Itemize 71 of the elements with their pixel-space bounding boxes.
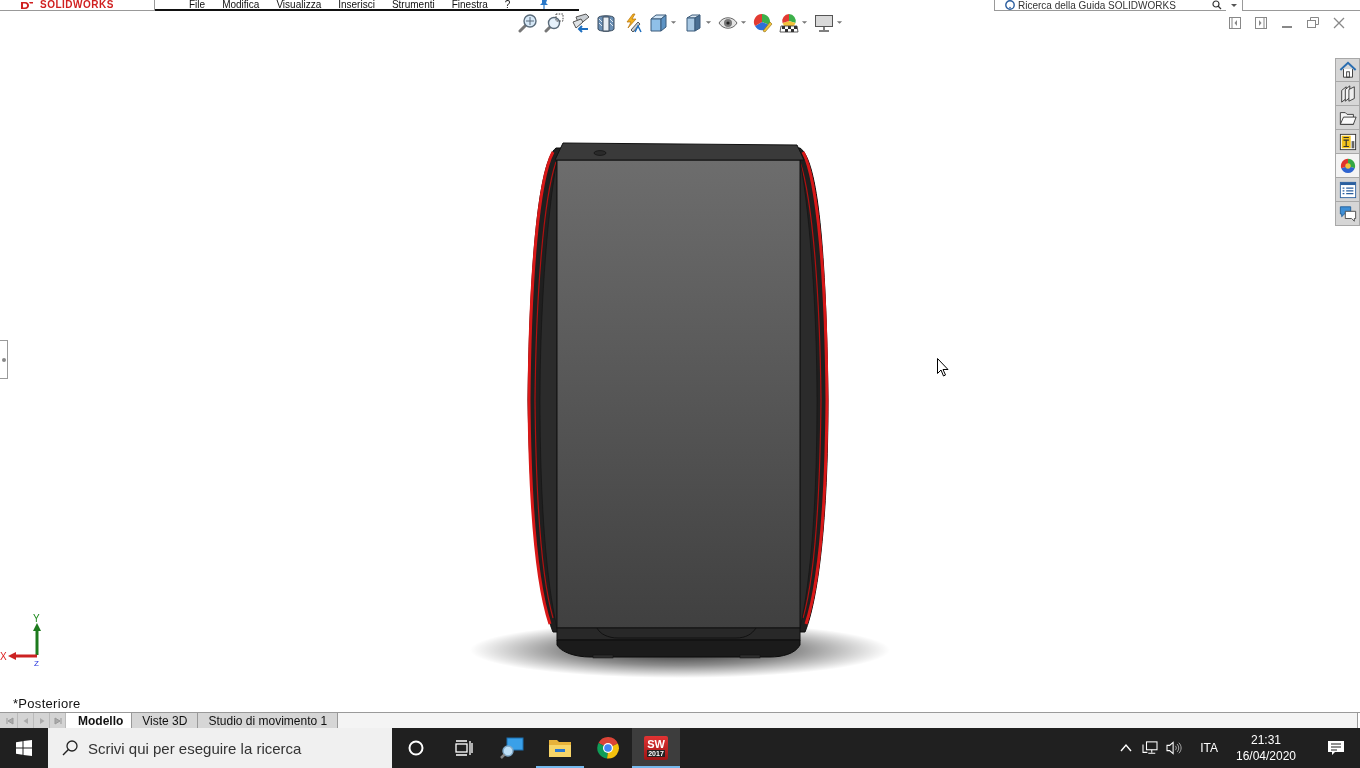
menu-item[interactable]: Inserisci [330,0,384,9]
task-view-icon [455,740,473,756]
menu-item[interactable]: Finestra [443,0,497,9]
right-triangle-icon [37,716,46,725]
left-triangle-icon [21,716,30,725]
color-ball-icon [1338,156,1357,175]
first-arrow-icon [5,716,14,725]
menu-item[interactable]: Visualizza [268,0,331,9]
section-view-icon[interactable] [595,12,616,33]
caret-icon[interactable] [739,20,747,25]
clock-button[interactable]: 21:31 16/04/2020 [1228,728,1304,768]
axis-label: Z [34,659,39,666]
panel-collapse-handle[interactable] [0,340,8,379]
cube-icon[interactable] [647,12,668,33]
monitor-magnifier-icon [500,736,524,760]
previous-view-icon[interactable] [569,12,590,33]
logo-icon [20,0,34,10]
scene-icon[interactable] [778,12,799,33]
mouse-pointer-icon [937,358,949,377]
menu-item[interactable]: Strumenti [383,0,444,9]
home-icon [1338,61,1357,79]
task-pane-tab[interactable] [1335,202,1360,226]
view-palette-icon [1338,132,1357,151]
caret-icon[interactable] [704,20,712,25]
chat-bubbles-icon [1338,204,1357,223]
search-icon[interactable] [1212,0,1222,10]
view-name-label: *Posteriore [12,697,82,711]
list-icon [1338,180,1357,199]
model-tab[interactable]: Viste 3D [132,713,199,728]
chrome-icon [596,736,620,760]
restore-icon[interactable] [1306,15,1320,30]
zoom-area-icon[interactable] [543,12,564,33]
monitor-icon[interactable] [813,12,834,33]
app-logo-text: SOLIDWORKS [40,0,114,10]
books-icon [1338,84,1357,103]
x-axis-arrow [8,652,37,660]
task-pane-tab[interactable] [1335,178,1360,202]
task-pane-tab[interactable] [1335,82,1360,106]
model-tab[interactable]: Studio di movimento 1 [198,713,339,728]
speaker-icon [1166,741,1183,755]
caret-icon[interactable] [800,20,808,25]
help-icon [1005,0,1015,10]
language-button[interactable]: ITA [1190,728,1228,768]
zoom-fit-icon[interactable] [517,12,538,33]
taskbar-search-field[interactable]: Scrivi qui per eseguire la ricerca [48,728,392,768]
dock-left-icon[interactable] [1228,15,1242,30]
task-pane-tab[interactable] [1335,58,1360,82]
axis-label: X [0,651,7,662]
color-ball-pencil-icon[interactable] [752,12,773,33]
last-arrow-icon [53,716,62,725]
task-pane-tab[interactable] [1335,130,1360,154]
windows-logo-icon [16,740,32,756]
caret-icon[interactable] [669,20,677,25]
grip-dot-icon [1,357,6,362]
axis-label: Y [33,614,40,624]
menu-item[interactable]: File [181,0,215,9]
menu-item[interactable]: ? [496,0,520,9]
dock-right-icon[interactable] [1254,15,1268,30]
help-search-field[interactable]: Ricerca della Guida SOLIDWORKS [994,0,1226,11]
circle-icon [407,740,425,756]
caret-icon[interactable] [1230,3,1238,8]
caret-icon[interactable] [835,20,843,25]
close-icon[interactable] [1332,15,1346,30]
pin-icon[interactable] [539,0,550,9]
notification-icon [1327,740,1345,756]
task-pane-tab[interactable] [1335,154,1360,178]
task-pane-tab[interactable] [1335,106,1360,130]
network-icon [1142,741,1159,755]
menu-item[interactable]: Modifica [214,0,269,9]
search-icon [62,740,78,756]
y-axis-arrow [33,623,41,655]
